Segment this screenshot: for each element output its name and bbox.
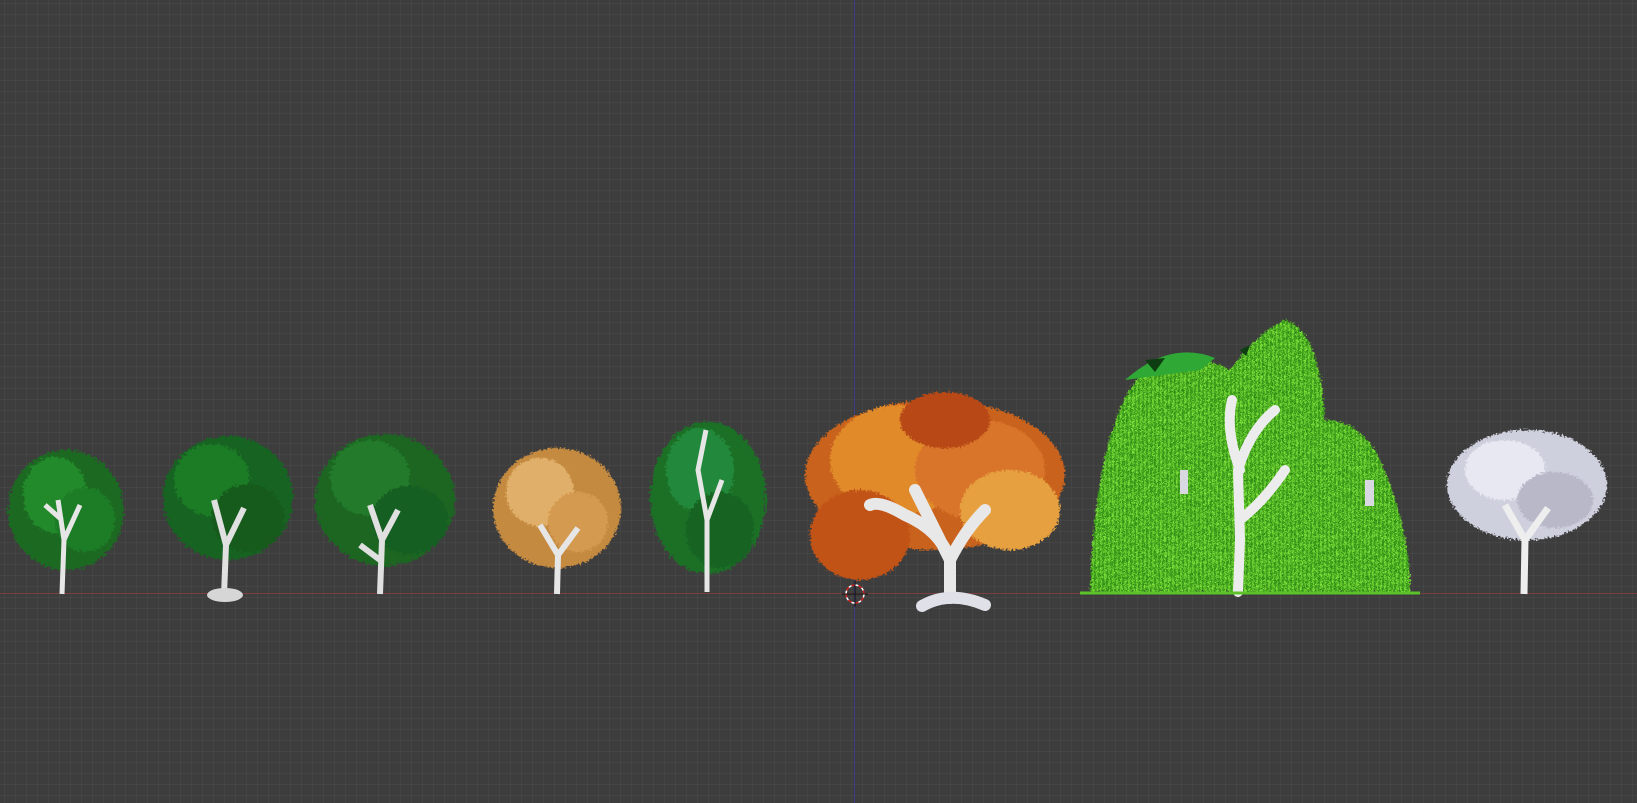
tree-7-willow[interactable] [1080,320,1420,597]
tree-2[interactable] [163,436,293,602]
tree-4[interactable] [493,448,621,595]
3d-viewport[interactable] [0,0,1637,803]
3d-cursor-icon[interactable] [842,581,868,607]
scene-objects [8,320,1607,612]
tree-3[interactable] [315,434,455,595]
tree-6[interactable] [805,392,1065,612]
tree-8[interactable] [1447,430,1607,595]
tree-5[interactable] [650,422,766,592]
tree-1[interactable] [8,450,124,595]
